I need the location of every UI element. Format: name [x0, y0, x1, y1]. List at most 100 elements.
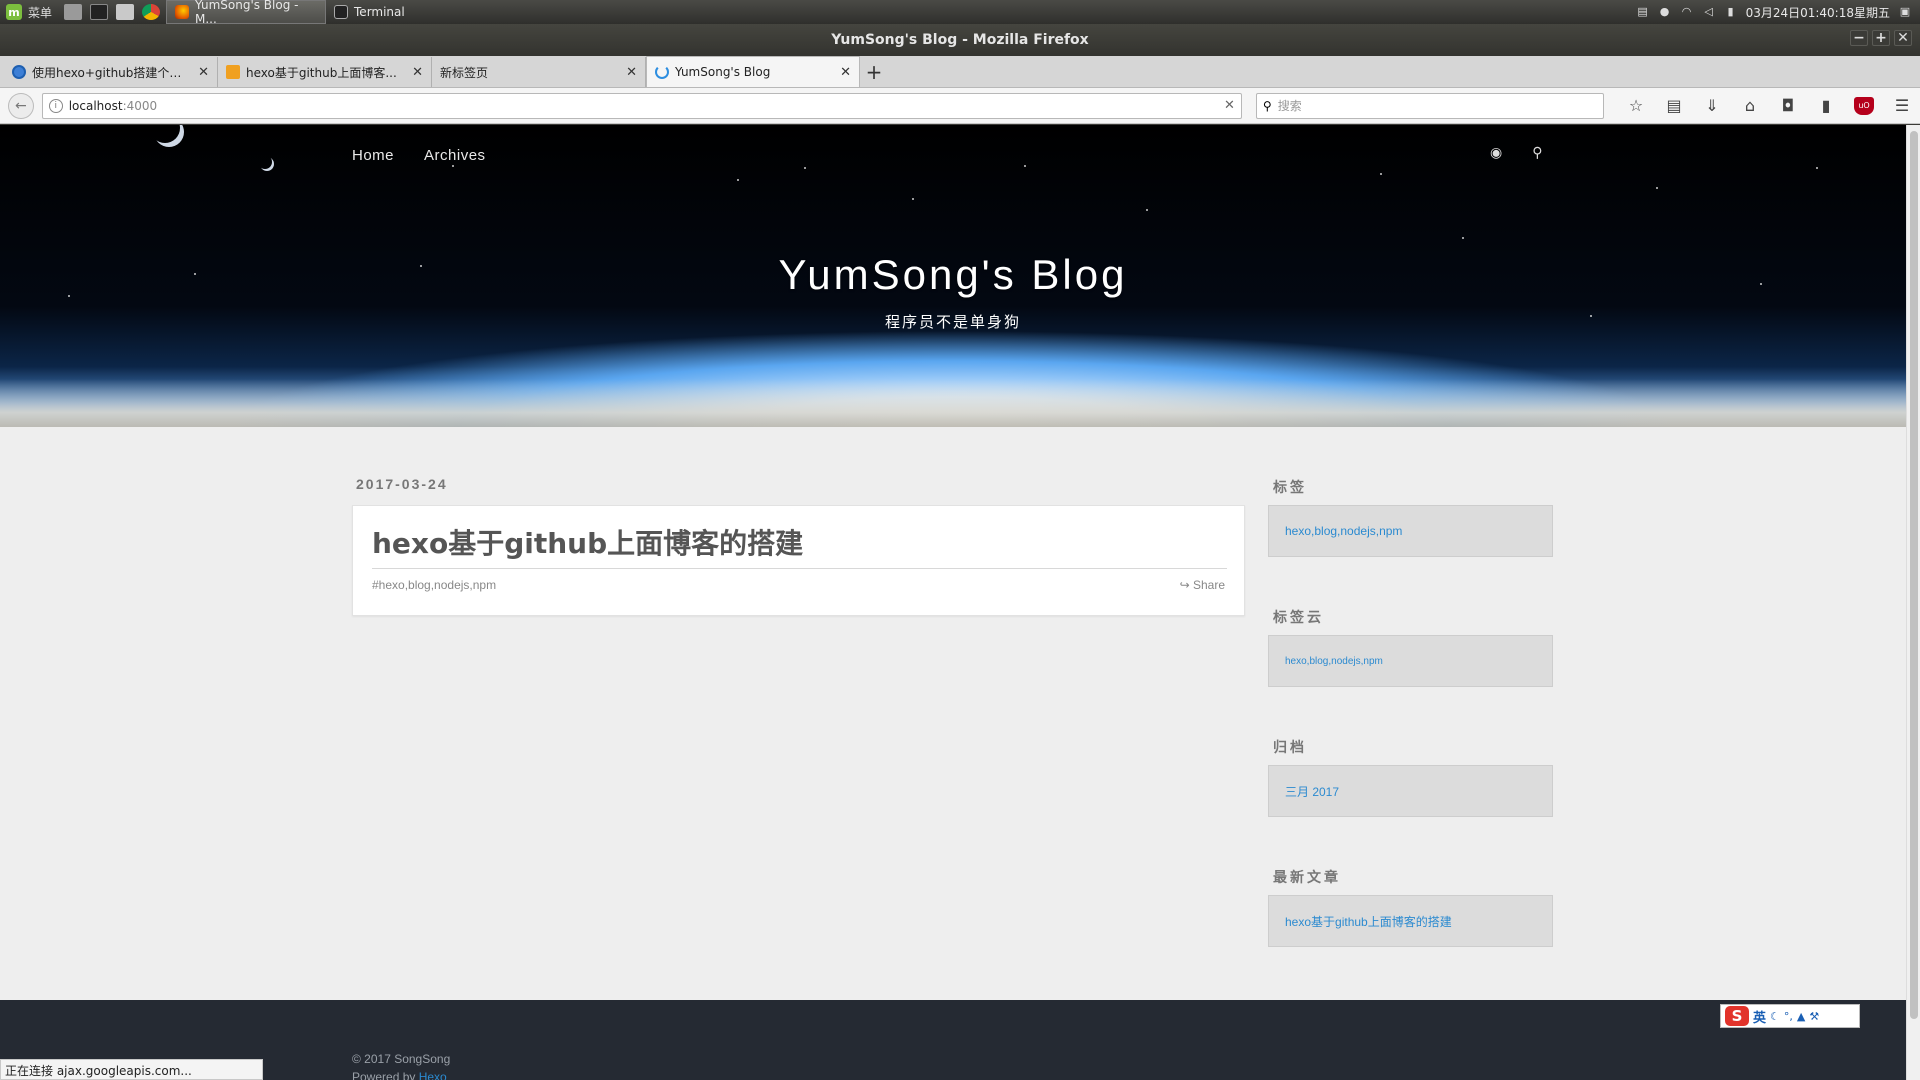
search-bar[interactable]: ⚲ [1255, 92, 1604, 119]
star-decoration [912, 198, 914, 200]
post-tags[interactable]: #hexo,blog,nodejs,npm [372, 578, 496, 592]
home-icon[interactable]: ⌂ [1740, 96, 1760, 115]
share-icon: ↪ [1179, 578, 1193, 592]
tab-label: 新标签页 [440, 65, 489, 80]
powered-by-prefix: Powered by [352, 1070, 419, 1080]
url-bar[interactable]: i localhost:4000 ✕ [41, 92, 1242, 119]
recent-post-link[interactable]: hexo基于github上面博客的搭建 [1285, 913, 1452, 930]
loading-spinner-icon [655, 65, 669, 79]
tag-link[interactable]: hexo,blog,nodejs,npm [1285, 524, 1402, 538]
volume-icon[interactable]: ◁ [1702, 6, 1716, 18]
search-icon[interactable]: ⚲ [1532, 145, 1542, 161]
page-viewport[interactable]: Home Archives ◉ ⚲ YumSong's Blog 程序员不是单身… [0, 125, 1906, 1080]
settings-wrench-icon[interactable]: ⚒ [1809, 1010, 1819, 1023]
ime-mode[interactable]: 英 [1753, 1007, 1766, 1026]
workspace-switcher-icon[interactable]: ▣ [1898, 6, 1912, 18]
file-manager-launcher-icon[interactable] [116, 4, 135, 20]
minimize-icon[interactable]: − [1850, 30, 1868, 46]
widget-archives: 三月 2017 [1268, 765, 1553, 817]
tab-hexo-post[interactable]: hexo基于github上面博客... ✕ [218, 57, 432, 87]
terminal-launcher-icon[interactable] [90, 4, 109, 20]
star-decoration [452, 165, 454, 167]
copyright-text: © 2017 SongSong [352, 1052, 451, 1066]
mint-logo-icon: m [6, 4, 22, 20]
wifi-icon[interactable]: ◠ [1680, 6, 1694, 18]
close-icon[interactable]: ✕ [1894, 30, 1912, 46]
punctuation-icon[interactable]: °, [1784, 1010, 1793, 1023]
close-tab-icon[interactable]: ✕ [840, 65, 851, 80]
url-host: localhost [68, 98, 123, 113]
widget-tag-cloud: hexo,blog,nodejs,npm [1268, 635, 1553, 687]
close-tab-icon[interactable]: ✕ [412, 65, 423, 80]
star-decoration [1024, 165, 1026, 167]
pocket-icon[interactable]: ◘ [1778, 96, 1798, 115]
stop-loading-icon[interactable]: ✕ [1224, 98, 1235, 113]
chrome-launcher-icon[interactable] [142, 4, 161, 20]
tab-yumsong-blog[interactable]: YumSong's Blog ✕ [646, 56, 860, 87]
reading-list-icon[interactable]: ▤ [1664, 96, 1684, 115]
orange-icon [226, 65, 240, 79]
ublock-origin-icon[interactable]: uO [1854, 96, 1874, 115]
widget-title-tags: 标签 [1273, 480, 1307, 496]
firefox-icon [175, 5, 190, 19]
tab-label: YumSong's Blog [675, 65, 771, 79]
site-info-icon[interactable]: i [48, 98, 63, 113]
nav-link-archives[interactable]: Archives [424, 147, 486, 164]
post-date: 2017-03-24 [356, 476, 448, 492]
tab-new-tab[interactable]: 新标签页 ✕ [432, 57, 646, 87]
post-title-link[interactable]: hexo基于github上面博客的搭建 [372, 522, 1227, 569]
moon-decoration [150, 125, 180, 143]
post-card: hexo基于github上面博客的搭建 #hexo,blog,nodejs,np… [352, 505, 1245, 616]
blog-header-banner: Home Archives ◉ ⚲ YumSong's Blog 程序员不是单身… [0, 125, 1906, 427]
clock[interactable]: 03月24日01:40:18星期五 [1746, 4, 1890, 21]
keyboard-icon[interactable]: ▤ [1636, 6, 1650, 18]
back-button[interactable]: ← [8, 92, 34, 119]
maximize-icon[interactable]: + [1872, 30, 1890, 46]
cloud-layer-decoration [0, 379, 1906, 427]
start-menu-label: 菜单 [28, 5, 53, 20]
page-scrollbar[interactable] [1906, 125, 1920, 1080]
hexo-link[interactable]: Hexo [419, 1070, 447, 1080]
nav-link-home[interactable]: Home [352, 147, 394, 164]
ime-toolbar[interactable]: S 英 ☾ °, ▲ ⚒ [1720, 1004, 1860, 1028]
start-menu-button[interactable]: m 菜单 [0, 0, 58, 24]
star-decoration [1146, 209, 1148, 211]
taskbar-task-label: YumSong's Blog - M... [195, 0, 299, 26]
taskbar-task-terminal[interactable]: Terminal [326, 0, 446, 24]
skin-icon[interactable]: ▲ [1797, 1010, 1805, 1023]
os-taskbar: m 菜单 YumSong's Blog - M... Terminal ▤ ● … [0, 0, 1920, 26]
widget-tags: hexo,blog,nodejs,npm [1268, 505, 1553, 557]
moon-icon[interactable]: ☾ [1770, 1010, 1780, 1023]
terminal-icon [334, 5, 349, 19]
powered-by: Powered by Hexo [352, 1070, 447, 1080]
rss-icon[interactable]: ◉ [1490, 145, 1502, 161]
taskbar-task-firefox[interactable]: YumSong's Blog - M... [166, 0, 327, 26]
share-label: Share [1192, 578, 1225, 592]
search-icon: ⚲ [1262, 98, 1272, 113]
close-tab-icon[interactable]: ✕ [626, 65, 637, 80]
user-icon[interactable]: ● [1658, 6, 1672, 18]
site-nav: Home Archives [352, 147, 486, 164]
url-text[interactable]: localhost:4000 [69, 99, 157, 113]
downloads-icon[interactable]: ⇓ [1702, 96, 1722, 115]
new-tab-button[interactable]: + [860, 57, 888, 87]
hamburger-menu-icon[interactable]: ☰ [1892, 96, 1912, 115]
quick-launchers [58, 0, 166, 24]
window-titlebar[interactable]: YumSong's Blog - Mozilla Firefox − + ✕ [0, 24, 1920, 56]
site-tools: ◉ ⚲ [1490, 145, 1542, 161]
tab-label: hexo基于github上面博客... [246, 65, 397, 80]
extension-icon[interactable]: ▮ [1816, 96, 1836, 115]
scrollbar-thumb[interactable] [1910, 131, 1918, 1019]
close-tab-icon[interactable]: ✕ [198, 65, 209, 80]
sogou-logo-icon[interactable]: S [1725, 1006, 1749, 1026]
share-button[interactable]: ↪ Share [1180, 578, 1225, 592]
tab-hexo-tutorial[interactable]: 使用hexo+github搭建个人... ✕ [4, 57, 218, 87]
site-subtitle: 程序员不是单身狗 [884, 313, 1021, 331]
tag-cloud-link[interactable]: hexo,blog,nodejs,npm [1285, 656, 1383, 667]
star-decoration [1656, 187, 1658, 189]
bookmark-star-icon[interactable]: ☆ [1626, 96, 1646, 115]
search-input[interactable] [1277, 98, 1597, 113]
archive-link[interactable]: 三月 2017 [1285, 783, 1339, 800]
show-desktop-icon[interactable] [64, 4, 83, 20]
battery-icon[interactable]: ▮ [1724, 6, 1738, 18]
